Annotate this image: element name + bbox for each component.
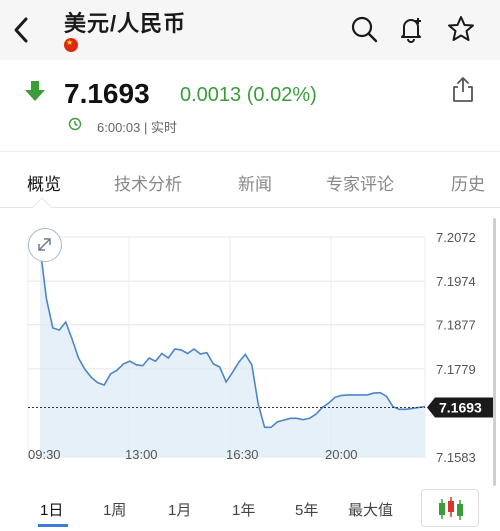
expand-arrows-icon xyxy=(38,238,51,251)
china-flag-icon: ★ xyxy=(64,38,78,52)
current-price: 7.1693 xyxy=(64,78,150,109)
tab-overview[interactable]: 概览 xyxy=(27,170,61,195)
active-period-underline xyxy=(38,524,68,527)
expand-chart-button[interactable] xyxy=(28,228,62,262)
y-tick-label: 7.1974 xyxy=(436,274,476,289)
scrollbar[interactable] xyxy=(493,218,496,486)
x-tick-label: 09:30 xyxy=(28,447,61,462)
x-tick-label: 13:00 xyxy=(125,447,158,462)
y-tick-label: 7.1877 xyxy=(436,318,476,333)
chart-type-button[interactable] xyxy=(421,489,479,527)
back-chevron-icon[interactable] xyxy=(10,14,32,46)
x-tick-label: 20:00 xyxy=(325,447,358,462)
share-icon[interactable] xyxy=(450,74,476,104)
app-header: 美元/人民币 ★ xyxy=(0,0,500,60)
y-tick-label: 7.2072 xyxy=(436,230,476,245)
period-1y[interactable]: 1年 xyxy=(232,499,255,520)
y-tick-label: 7.1779 xyxy=(436,362,476,377)
x-tick-label: 16:30 xyxy=(226,447,259,462)
clock-icon xyxy=(68,117,82,131)
section-tabs: 概览 技术分析 新闻 专家评论 历史 xyxy=(0,152,500,208)
chart-canvas[interactable]: 7.2072 7.1974 7.1877 7.1779 7.1583 7.1693 09:3… xyxy=(0,210,500,482)
y-tick-label: 7.1583 xyxy=(436,450,476,465)
last-value-label: 7.1693 xyxy=(439,400,482,416)
period-max[interactable]: 最大值 xyxy=(348,499,393,520)
star-icon[interactable] xyxy=(446,14,476,44)
down-arrow-icon xyxy=(25,81,45,101)
quote-summary: 7.1693 0.0013 (0.02%) 6:00:03 | 实时 xyxy=(0,60,500,152)
period-1m[interactable]: 1月 xyxy=(168,499,191,520)
tab-technical[interactable]: 技术分析 xyxy=(114,170,182,195)
price-chart[interactable]: 7.2072 7.1974 7.1877 7.1779 7.1583 7.1693 09:3… xyxy=(0,210,500,482)
add-alert-bell-icon[interactable] xyxy=(396,14,426,44)
quote-time: 6:00:03 | 实时 xyxy=(97,120,177,135)
candlestick-icon xyxy=(439,497,463,520)
tab-news[interactable]: 新闻 xyxy=(238,170,272,195)
tab-history[interactable]: 历史 xyxy=(451,170,485,195)
period-5y[interactable]: 5年 xyxy=(295,499,318,520)
page-title: 美元/人民币 xyxy=(64,11,187,36)
tab-expert-comments[interactable]: 专家评论 xyxy=(326,170,394,195)
search-icon[interactable] xyxy=(349,14,379,44)
series-area-fill xyxy=(40,246,425,457)
price-change: 0.0013 (0.02%) xyxy=(180,84,317,106)
period-1w[interactable]: 1周 xyxy=(103,499,126,520)
period-1d[interactable]: 1日 xyxy=(40,499,63,520)
